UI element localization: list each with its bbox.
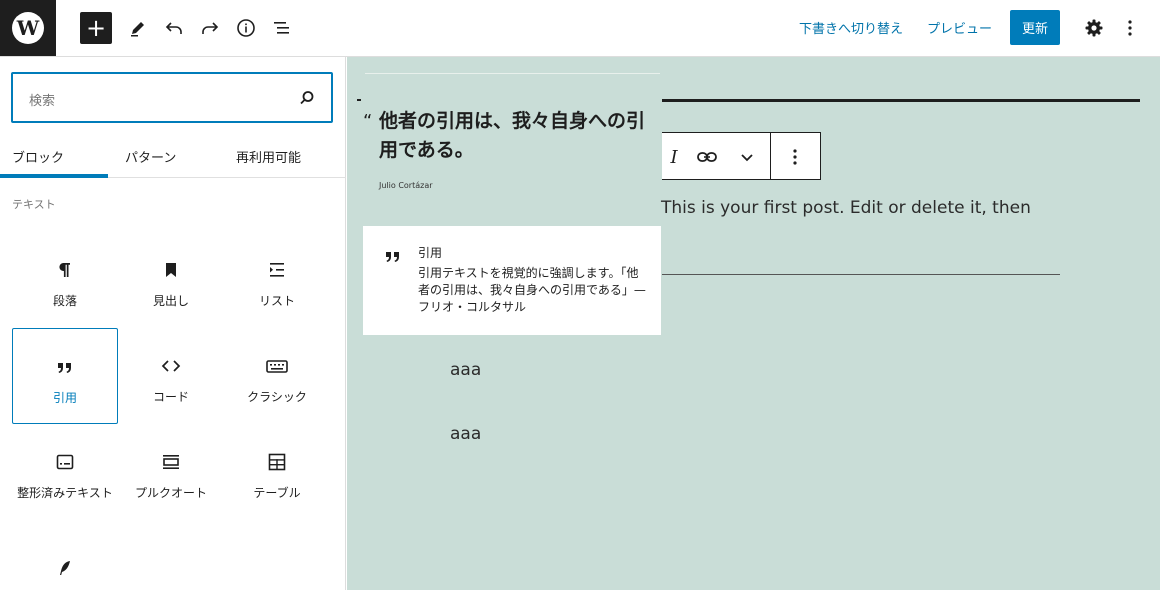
block-item-classic[interactable]: クラシック <box>224 328 330 424</box>
chevron-down-icon <box>741 154 753 162</box>
separator <box>357 99 361 101</box>
bookmark-icon <box>159 258 183 282</box>
block-item-pullquote[interactable]: プルクオート <box>118 424 224 520</box>
block-label: クラシック <box>247 390 307 404</box>
quote-citation: Julio Cortázar <box>379 181 433 190</box>
details-button[interactable] <box>230 12 262 44</box>
pullquote-icon <box>159 450 183 474</box>
tab-patterns[interactable]: パターン <box>125 147 176 166</box>
block-item-verse[interactable] <box>12 532 118 590</box>
list-icon <box>265 258 289 282</box>
separator <box>365 73 660 74</box>
block-item-paragraph[interactable]: 段落 <box>12 232 118 328</box>
section-label-text: テキスト <box>12 198 56 211</box>
block-label: テーブル <box>253 486 301 500</box>
keyboard-icon <box>265 354 289 378</box>
list-view-icon <box>274 22 289 34</box>
quote-text: 他者の引用は、我々自身への引用である。 <box>379 110 646 161</box>
separator-block[interactable] <box>662 99 1140 102</box>
verse-icon <box>53 556 77 580</box>
inserter-tabs: ブロック パターン 再利用可能 <box>0 141 346 178</box>
block-label: コード <box>152 390 189 404</box>
paragraph-icon <box>53 258 77 282</box>
update-button[interactable]: 更新 <box>1010 10 1060 45</box>
gear-icon <box>1085 19 1103 37</box>
quote-icon <box>386 252 399 262</box>
paragraph-block[interactable]: aaa <box>450 360 481 380</box>
pencil-icon <box>131 22 144 37</box>
block-label: 引用 <box>52 391 77 405</box>
block-item-code[interactable]: コード <box>118 328 224 424</box>
italic-button[interactable]: I <box>662 145 686 169</box>
block-item-quote[interactable]: 引用 <box>12 328 118 424</box>
block-label: プルクオート <box>134 486 207 500</box>
block-toolbar: I <box>662 132 821 180</box>
more-vertical-icon <box>793 149 797 165</box>
block-preview-card: 引用 引用テキストを視覚的に強調します。「他者の引用は、我々自身への引用である」… <box>363 226 661 335</box>
block-item-heading[interactable]: 見出し <box>118 232 224 328</box>
preview-button[interactable]: プレビュー <box>927 18 992 37</box>
block-label: リスト <box>258 294 295 308</box>
table-icon <box>265 450 289 474</box>
italic-icon: I <box>670 146 678 168</box>
link-button[interactable] <box>695 145 719 169</box>
block-options-button[interactable] <box>783 145 807 169</box>
more-vertical-icon <box>1128 20 1132 36</box>
quote-icon <box>53 355 77 379</box>
block-item-preformatted[interactable]: 整形済みテキスト <box>12 424 118 520</box>
plus-icon: + <box>85 14 107 42</box>
preview-card-title: 引用 <box>418 246 443 260</box>
separator-block[interactable] <box>662 274 1060 275</box>
options-menu-button[interactable] <box>1114 12 1146 44</box>
block-label: 見出し <box>152 294 189 308</box>
undo-button[interactable] <box>158 12 190 44</box>
block-label: 整形済みテキスト <box>17 486 113 500</box>
tab-reusable[interactable]: 再利用可能 <box>236 147 301 166</box>
code-icon <box>159 354 183 378</box>
search-placeholder: 検索 <box>29 94 56 109</box>
active-tab-indicator <box>0 174 108 178</box>
editor-canvas[interactable]: “ 他者の引用は、我々自身への引用である。 Julio Cortázar I T… <box>347 57 1160 590</box>
settings-button[interactable] <box>1078 12 1110 44</box>
editor-header: W + 下書きへ切り替え プレビュー 更新 <box>0 0 1160 57</box>
undo-icon <box>165 22 182 34</box>
redo-icon <box>202 22 219 34</box>
block-label: 段落 <box>52 294 77 308</box>
block-item-list[interactable]: リスト <box>224 232 330 328</box>
preformatted-icon <box>53 450 77 474</box>
wordpress-logo[interactable]: W <box>0 0 56 56</box>
search-icon <box>300 91 314 105</box>
quote-mark: “ <box>363 111 373 132</box>
block-inserter-button[interactable]: + <box>80 12 112 44</box>
block-inserter-panel: 検索 ブロック パターン 再利用可能 テキスト 段落 見出し リスト 引用 コー… <box>0 57 346 590</box>
tools-button[interactable] <box>122 12 154 44</box>
switch-to-draft-button[interactable]: 下書きへ切り替え <box>799 18 903 37</box>
toolbar-divider <box>770 133 771 179</box>
tab-blocks[interactable]: ブロック <box>12 147 64 166</box>
link-icon <box>697 152 717 162</box>
preview-card-description: 引用テキストを視覚的に強調します。「他者の引用は、我々自身への引用である」—フリ… <box>418 266 646 314</box>
block-item-table[interactable]: テーブル <box>224 424 330 520</box>
more-rich-text-button[interactable] <box>735 145 759 169</box>
paragraph-block[interactable]: aaa <box>450 424 481 444</box>
search-input[interactable]: 検索 <box>11 72 333 123</box>
redo-button[interactable] <box>194 12 226 44</box>
list-view-button[interactable] <box>266 12 298 44</box>
paragraph-block[interactable]: This is your first post. Edit or delete … <box>661 198 1031 218</box>
wordpress-logo-icon: W <box>12 12 44 44</box>
info-icon <box>237 19 255 37</box>
